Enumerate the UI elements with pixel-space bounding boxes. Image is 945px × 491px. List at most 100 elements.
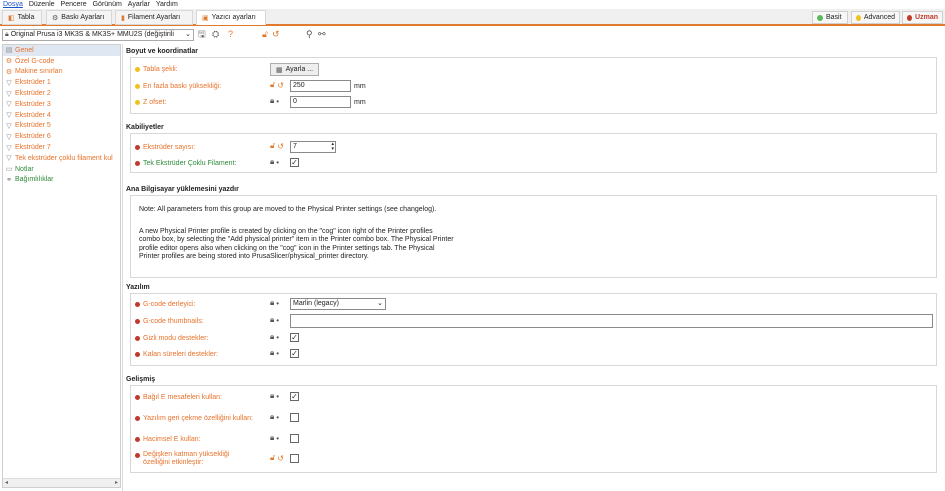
mode-advanced-button[interactable]: Advanced [851,11,900,24]
single-extruder-mm-checkbox[interactable]: ✓ [290,158,299,167]
row-thumbnails: G-code thumbnails: [135,315,204,327]
undo-icon[interactable]: ↺ [277,454,284,463]
undo-icon[interactable]: ↺ [277,142,284,151]
tree-item-extruder-4[interactable]: ▽ Ekstrüder 4 [3,110,120,121]
tree-item-extruder-6[interactable]: ▽ Ekstrüder 6 [3,131,120,142]
lock-icon[interactable]: 🔒︎ [270,298,274,308]
tree-horizontal-scrollbar[interactable]: ◂ ▸ [3,478,120,487]
tree-item-extruder-5[interactable]: ▽ Ekstrüder 5 [3,121,120,132]
menu-help[interactable]: Yardım [156,0,178,9]
tree-item-general[interactable]: ▤ Genel [3,45,120,56]
lock-icon[interactable]: 🔒︎ [270,412,274,422]
expert-level-icon [135,335,140,341]
row-gcode-flavor: G-code derleyici: [135,298,196,310]
group-title-firmware: Yazılım [126,284,150,291]
dependencies-icon: ⚭ [6,176,12,184]
tree-item-machine-limits[interactable]: ⚙ Makine sınırları [3,67,120,78]
filament-icon: ▮ [121,14,125,22]
tab-plater[interactable]: ◧ Tabla [2,10,42,25]
menu-view[interactable]: Görünüm [93,0,122,9]
row-single-extruder-mm: Tek Ekstrüder Çoklu Filament: [135,157,236,169]
fw-retract-checkbox[interactable] [290,413,299,422]
lock-icon[interactable]: 🔒︎ [270,157,274,167]
system-dot-icon: • [276,315,280,325]
mode-simple-button[interactable]: Basit [812,11,848,24]
chevron-down-icon: ⌄ [377,300,383,307]
unlock-icon[interactable]: 🔓︎ [262,29,268,40]
save-preset-icon[interactable]: 🖫 [198,29,206,40]
host-note: Note: All parameters from this group are… [139,206,437,213]
tree-item-extruder-3[interactable]: ▽ Ekstrüder 3 [3,99,120,110]
cog-icon: ⚙ [5,68,13,76]
lock-icon[interactable]: 🔒︎ [270,348,274,358]
lock-icon: 🔒︎ [5,31,9,38]
spin-arrows-icon[interactable]: ▴ ▾ [331,142,334,152]
silent-mode-checkbox[interactable]: ✓ [290,333,299,342]
tree-item-extruder-7[interactable]: ▽ Ekstrüder 7 [3,142,120,153]
undo-icon[interactable]: ↺ [277,81,284,90]
extruders-spinner[interactable]: 7 ▴ ▾ [290,141,336,153]
undo-icon[interactable]: ↺ [272,29,280,40]
bed-shape-button[interactable]: ▦ Ayarla ... [270,63,320,76]
chevron-down-icon: ⌄ [185,31,191,38]
menu-bar: Dosya Düzenle Pencere Görünüm Ayarlar Ya… [0,0,945,9]
lock-icon[interactable]: 🔒︎ [270,332,274,342]
menu-file[interactable]: Dosya [3,0,23,9]
scroll-left-icon[interactable]: ◂ [5,479,8,487]
delete-preset-icon[interactable]: ⛭ [212,29,219,40]
tree-item-extruder-1[interactable]: ▽ Ekstrüder 1 [3,77,120,88]
system-dot-icon: • [276,96,280,106]
unlock-icon[interactable]: 🔓︎ [270,141,275,151]
system-dot-icon: • [276,348,280,358]
settings-tree: ▤ Genel ⚙ Özel G-code ⚙ Makine sınırları… [2,44,121,488]
row-volumetric-e: Hacimsel E kullan: [135,433,201,445]
preset-bar: 🔒︎ Original Prusa i3 MK3S & MK3S+ MMU2S … [0,27,945,43]
pane-divider[interactable] [122,44,123,491]
compare-icon[interactable]: ⚯ [318,29,326,40]
general-icon: ▤ [5,47,13,55]
remaining-times-checkbox[interactable]: ✓ [290,349,299,358]
tab-print-settings[interactable]: ⚙ Baskı Ayarları [46,10,112,25]
variable-layer-checkbox[interactable] [290,454,299,463]
max-height-input[interactable]: 250 [290,80,351,92]
thumbnails-input[interactable] [290,314,933,328]
gcode-flavor-select[interactable]: Marlin (legacy) ⌄ [290,298,386,310]
mode-expert-button[interactable]: Uzman [902,11,943,24]
menu-edit[interactable]: Düzenle [29,0,55,9]
scroll-right-icon[interactable]: ▸ [115,479,118,487]
tree-item-custom-gcode[interactable]: ⚙ Özel G-code [3,56,120,67]
menu-settings[interactable]: Ayarlar [128,0,150,9]
tree-item-notes[interactable]: ▭ Notlar [3,164,120,175]
question-icon[interactable]: ? [228,29,233,40]
settings-page: Boyut ve koordinatlar Tabla şekli: ▦ Aya… [124,44,943,491]
host-explanation: A new Physical Printer profile is create… [139,228,454,261]
menu-window[interactable]: Pencere [61,0,87,9]
expert-level-icon [135,318,140,324]
tab-bar: ◧ Tabla ⚙ Baskı Ayarları ▮ Filament Ayar… [0,9,945,26]
search-icon[interactable]: ⚲ [306,29,313,40]
tree-item-extruder-2[interactable]: ▽ Ekstrüder 2 [3,88,120,99]
lock-icon[interactable]: 🔒︎ [270,391,274,401]
lock-icon[interactable]: 🔒︎ [270,96,274,106]
unlock-icon[interactable]: 🔓︎ [270,453,275,463]
tree-item-single-extruder-mm[interactable]: ▽ Tek ekstrüder çoklu filament kul [3,153,120,164]
printer-preset-combo[interactable]: 🔒︎ Original Prusa i3 MK3S & MK3S+ MMU2S … [2,29,194,41]
volumetric-e-checkbox[interactable] [290,434,299,443]
row-max-height: En fazla baskı yüksekliği: [135,80,221,92]
tree-item-dependencies[interactable]: ⚭ Bağımlılıklar [3,175,120,186]
gear-icon: ⚙ [52,14,59,22]
row-fw-retract: Yazılım geri çekme özelliğini kullan: [135,412,253,424]
lock-icon[interactable]: 🔒︎ [270,315,274,325]
group-title-size: Boyut ve koordinatlar [126,48,198,55]
system-dot-icon: • [276,412,280,422]
group-advanced: Bağıl E mesafeleri kullan: 🔒︎ • ✓ Yazılı… [130,385,937,473]
tab-printer-settings[interactable]: ▣ Yazıcı ayarları [196,10,266,25]
lock-icon[interactable]: 🔒︎ [270,433,274,443]
relative-e-checkbox[interactable]: ✓ [290,392,299,401]
tab-filament-settings[interactable]: ▮ Filament Ayarları [115,10,193,25]
row-bed-shape: Tabla şekli: [135,63,178,75]
group-title-capabilities: Kabiliyetler [126,124,164,131]
plater-icon: ◧ [8,14,15,22]
unlock-icon[interactable]: 🔓︎ [270,80,275,90]
z-offset-input[interactable]: 0 [290,96,351,108]
